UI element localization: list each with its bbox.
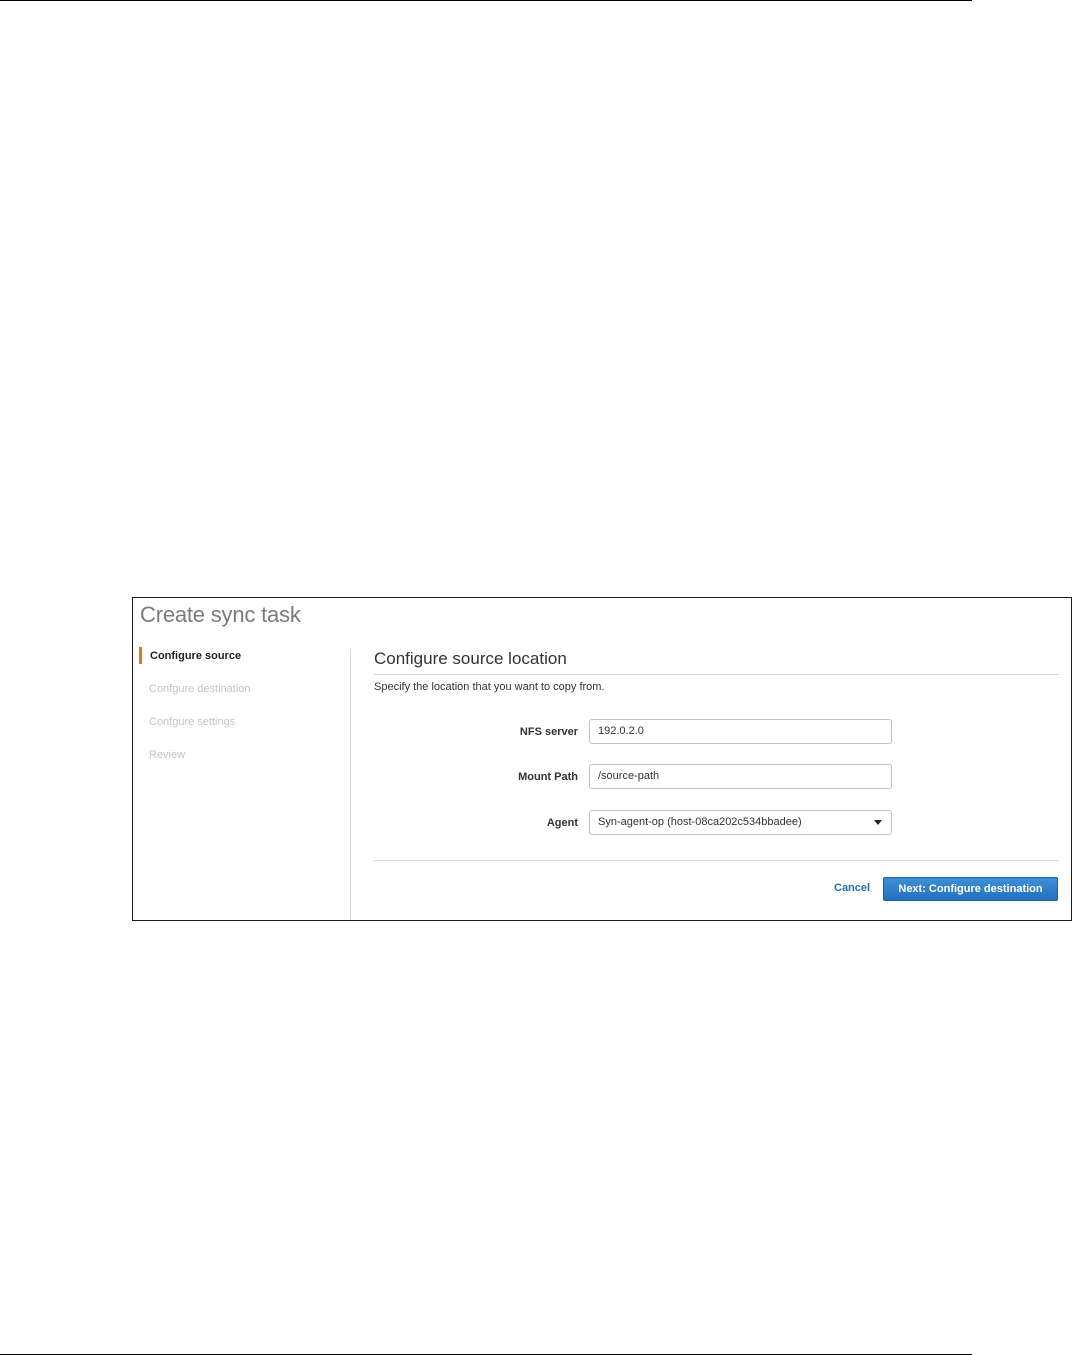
nfs-server-label: NFS server bbox=[519, 726, 578, 738]
nfs-server-row: NFS server 192.0.2.0 bbox=[374, 719, 1059, 745]
footer-divider bbox=[374, 860, 1059, 861]
agent-select[interactable]: Syn-agent-op (host-08ca202c534bbadee) bbox=[589, 810, 892, 835]
next-configure-destination-button[interactable]: Next: Configure destination bbox=[883, 877, 1058, 901]
agent-label: Agent bbox=[546, 817, 578, 829]
create-sync-task-window: Create sync task Configure source Confgu… bbox=[132, 597, 1072, 921]
mount-path-row: Mount Path /source-path bbox=[374, 764, 1059, 790]
step-review[interactable]: Review bbox=[133, 745, 351, 778]
wizard-steps-nav: Configure source Confgure destination Co… bbox=[133, 646, 351, 778]
step-configure-settings[interactable]: Confgure settings bbox=[133, 712, 351, 745]
mount-path-input[interactable]: /source-path bbox=[589, 764, 892, 789]
cancel-button[interactable]: Cancel bbox=[834, 880, 870, 896]
step-configure-source[interactable]: Configure source bbox=[133, 646, 351, 679]
configure-source-panel: Configure source location Specify the lo… bbox=[374, 648, 1059, 901]
agent-select-value: Syn-agent-op (host-08ca202c534bbadee) bbox=[598, 816, 802, 828]
panel-heading: Configure source location bbox=[374, 648, 1059, 675]
agent-row: Agent Syn-agent-op (host-08ca202c534bbad… bbox=[374, 810, 1059, 836]
document-page: Create sync task Configure source Confgu… bbox=[0, 0, 1074, 1355]
step-configure-destination[interactable]: Confgure destination bbox=[133, 679, 351, 712]
steps-divider bbox=[350, 649, 351, 920]
nfs-server-input[interactable]: 192.0.2.0 bbox=[589, 719, 892, 744]
mount-path-label: Mount Path bbox=[518, 771, 578, 783]
caret-down-icon bbox=[874, 820, 882, 825]
page-top-rule bbox=[0, 0, 972, 1]
page-title: Create sync task bbox=[140, 602, 301, 627]
panel-description: Specify the location that you want to co… bbox=[374, 681, 605, 693]
